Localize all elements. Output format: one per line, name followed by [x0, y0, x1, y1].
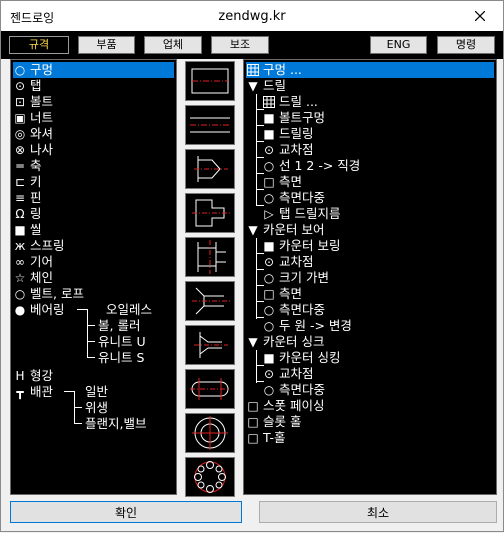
dot-circle-icon: ⊙	[263, 255, 275, 269]
thumb-drill-hole[interactable]	[185, 61, 235, 101]
circle-icon: ○	[263, 303, 275, 317]
preview-thumbnails	[185, 59, 235, 499]
thumb-counterbore-step[interactable]	[185, 237, 235, 277]
circle-icon: ○	[263, 383, 275, 397]
bolt-circle-icon	[194, 461, 226, 493]
counterbore-step-icon	[197, 240, 226, 274]
filled-square-icon: ■	[263, 351, 275, 365]
command-button[interactable]: 명령	[437, 36, 495, 54]
category-list[interactable]: ○ 구멍 ⊙ 탭 ⊡ 볼트 ▣ 너트 ◎ 와셔 ⊗ 나사 ═ 축 ⊏ 키 ≡ 핀 Ω링 ■ 씰 ж스…	[10, 59, 177, 495]
thumb-counterbore-hole[interactable]	[185, 193, 235, 233]
dialog-footer: 확인 최소	[1, 497, 503, 533]
tab-spec[interactable]: 규격	[9, 36, 69, 54]
slot-hole-icon	[190, 378, 230, 400]
circle-icon: ○	[263, 271, 275, 285]
thumb-slot-hole[interactable]	[185, 369, 235, 409]
expand-triangle-icon[interactable]: ▼	[246, 222, 260, 238]
ring-icon: Ω	[15, 207, 25, 221]
spot-facing-icon	[194, 332, 228, 358]
star-icon: ☆	[14, 271, 26, 285]
tree-connector	[256, 350, 257, 383]
circle-icon: ○	[263, 159, 275, 173]
square-icon: □	[247, 415, 259, 429]
tab-vendors[interactable]: 업체	[144, 36, 202, 54]
window-title: zendwg.kr	[218, 9, 286, 24]
shaft-icon: ═	[16, 159, 24, 173]
countersink-step-icon	[192, 287, 230, 315]
grid-icon	[263, 96, 275, 108]
nut-icon: ▣	[14, 111, 26, 125]
expand-triangle-icon[interactable]: ▼	[246, 334, 260, 350]
eng-button[interactable]: ENG	[370, 36, 427, 54]
seal-icon: ■	[14, 223, 26, 237]
washer-icon: ◎	[14, 127, 26, 141]
title-bar: 젠드로잉 zendwg.kr	[1, 1, 503, 31]
pipe-icon: ┳	[16, 385, 24, 399]
cancel-button[interactable]: 최소	[259, 501, 497, 523]
circle-icon: ○	[263, 191, 275, 205]
tab-aux[interactable]: 보조	[211, 36, 269, 54]
filled-square-icon: ■	[263, 239, 275, 253]
circle-icon: ○	[263, 319, 275, 333]
square-icon: □	[247, 399, 259, 413]
through-hole-icon	[190, 117, 230, 133]
tree-connector	[87, 325, 95, 326]
gear-icon: ∞	[15, 255, 25, 269]
expand-triangle-icon[interactable]: ▼	[246, 78, 260, 94]
filled-square-icon: ■	[263, 127, 275, 141]
square-icon: □	[263, 287, 275, 301]
square-icon: □	[263, 175, 275, 189]
bearing-icon: ●	[14, 303, 26, 317]
counterbore-icon	[192, 199, 230, 227]
grid-icon	[247, 64, 259, 76]
thumb-t-hole[interactable]	[185, 413, 235, 453]
screw-icon: ⊗	[14, 143, 26, 157]
tap-icon: ⊙	[14, 79, 26, 93]
tree-connector	[256, 188, 257, 205]
dot-circle-icon: ⊙	[263, 367, 275, 381]
tree-connector	[87, 357, 95, 358]
dialog-window: 젠드로잉 zendwg.kr 규격 부품 업체 보조 ENG 명령 ○ 구멍 ⊙ 탭…	[0, 0, 504, 532]
concentric-circles-icon	[192, 416, 228, 450]
key-icon: ⊏	[14, 175, 26, 189]
close-icon	[475, 11, 485, 21]
thumb-through-hole[interactable]	[185, 105, 235, 145]
h-beam-icon: H	[15, 369, 25, 383]
square-icon: □	[247, 431, 259, 445]
circle-icon: ○	[14, 63, 26, 77]
command-tree[interactable]: 구멍 ... ▼ 드릴 드릴 ... ■ 볼트구멍 ■ 드릴링 ⊙ 교차점 ○ 선 1 2…	[243, 59, 497, 495]
close-button[interactable]	[457, 1, 503, 31]
tree-connector	[256, 238, 257, 319]
tree-connector	[74, 423, 82, 424]
toolbar: 규격 부품 업체 보조 ENG 명령	[1, 31, 503, 59]
thumb-countersink-hole[interactable]	[185, 149, 235, 189]
pin-icon: ≡	[14, 191, 26, 205]
tree-connector	[74, 407, 82, 408]
tree-connector	[64, 391, 74, 392]
tab-parts[interactable]: 부품	[78, 36, 135, 54]
triangle-right-icon: ▷	[264, 207, 274, 221]
dot-circle-icon: ⊙	[263, 143, 275, 157]
countersink-icon	[194, 156, 228, 182]
thumb-countersink-step[interactable]	[185, 281, 235, 321]
thumb-spot-facing[interactable]	[185, 325, 235, 365]
drill-hole-icon	[191, 68, 229, 94]
belt-icon: ○	[14, 287, 26, 301]
tree-connector	[87, 309, 88, 357]
filled-square-icon: ■	[263, 111, 275, 125]
thumb-pcd-holes[interactable]	[185, 457, 235, 497]
bolt-icon: ⊡	[14, 95, 26, 109]
spring-icon: ж	[14, 239, 26, 253]
tree-connector	[77, 309, 87, 310]
tree-connector	[87, 341, 95, 342]
ok-button[interactable]: 확인	[10, 501, 242, 523]
